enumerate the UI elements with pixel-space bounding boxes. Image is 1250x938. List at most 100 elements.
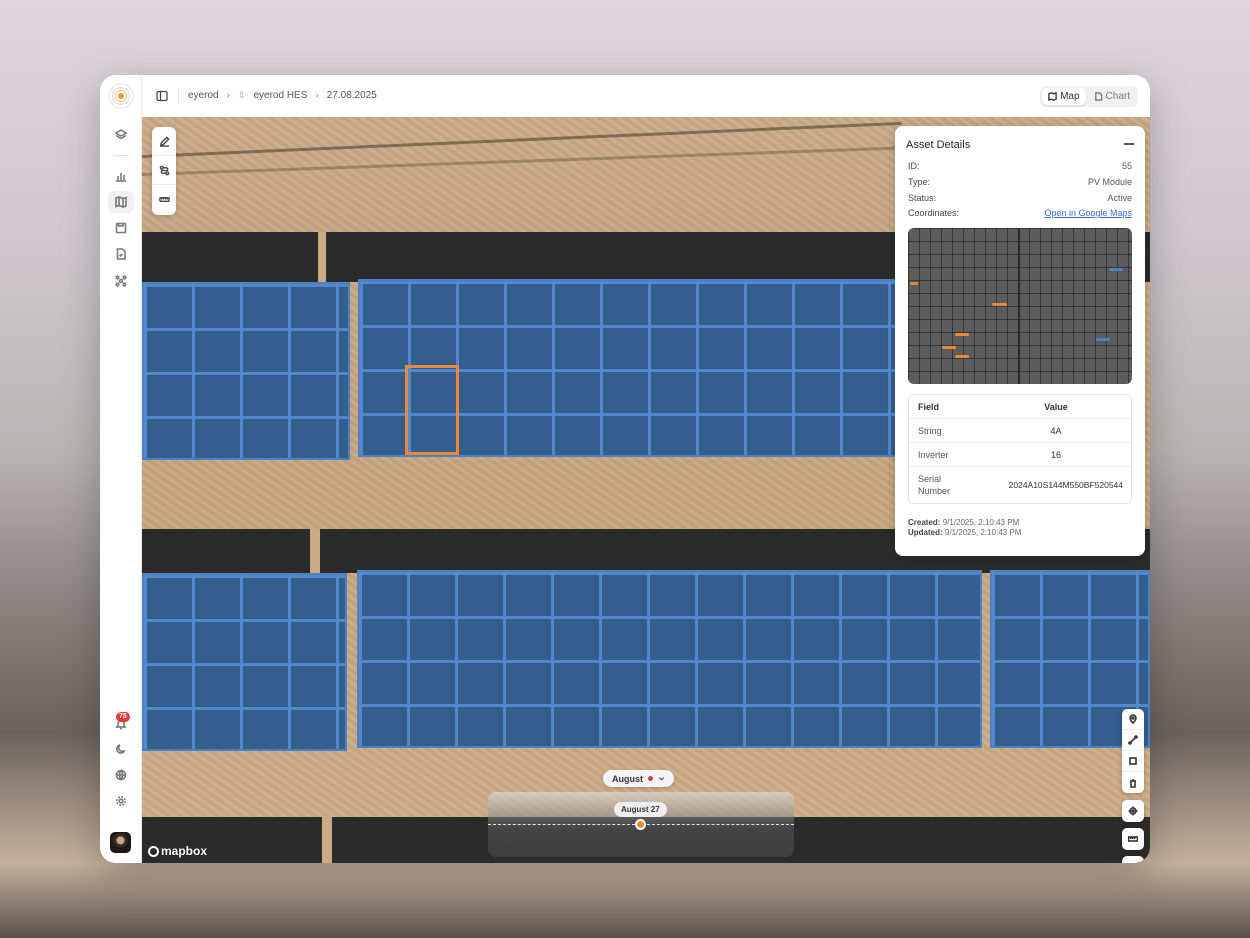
updated-value: 9/1/2025, 2:10:43 PM [944,528,1022,537]
asset-status-key: Status: [908,193,937,203]
asset-field-table: Field Value String 4A Inverter 16 Serial… [908,394,1132,504]
sidebar-toggle-icon[interactable] [156,90,168,102]
sand-gap [310,529,320,573]
asset-type-row: Type: PV Module [908,177,1132,187]
updown-chevron-icon[interactable]: ⇳ [238,90,246,101]
drone-icon[interactable] [108,270,134,292]
locate-icon[interactable] [1122,800,1144,822]
layers-icon[interactable] [108,124,134,146]
mapbox-icon [148,845,159,857]
google-maps-link[interactable]: Open in Google Maps [1044,208,1132,218]
mapbox-logo[interactable]: mapbox [148,844,207,858]
table-row: String 4A [909,419,1131,443]
defect-marker [955,355,969,358]
chevron-right-icon: › [226,90,230,101]
route-icon[interactable] [152,156,176,185]
notification-badge: 75 [116,712,130,722]
month-label: August [612,773,643,784]
map-canvas[interactable]: Asset Details ID: 55 Type: PV Module Sta… [142,117,1150,863]
line-tool-icon[interactable] [1122,730,1144,751]
globe-icon[interactable] [108,764,134,786]
chart-view-button[interactable]: Chart [1088,88,1136,105]
asset-details-title: Asset Details [906,139,971,151]
map-view-label: Map [1060,91,1080,102]
pv-array[interactable] [142,573,347,751]
asset-id-value: 55 [1121,161,1132,171]
app-window: 75 eyerod › ⇳ eyerod HES › 27.08.2025 Ma… [100,75,1150,863]
value-header: Value [1044,401,1068,412]
map-icon [1048,92,1057,101]
sand-gap [322,817,332,863]
breadcrumb: eyerod › ⇳ eyerod HES › 27.08.2025 [188,90,377,101]
sand-gap [318,232,326,282]
user-avatar[interactable] [110,832,131,853]
breadcrumb-site[interactable]: eyerod HES [253,90,307,101]
defect-marker [942,346,956,349]
map-icon[interactable] [108,191,134,213]
table-header-row: Field Value [909,395,1131,419]
asset-details-panel: Asset Details ID: 55 Type: PV Module Sta… [895,126,1145,556]
asset-id-key: ID: [908,161,920,171]
app-logo[interactable] [108,83,134,109]
zoom-in-icon[interactable]: + [1122,856,1144,864]
selected-date-tooltip: August 27 [614,802,667,817]
moon-icon[interactable] [108,738,134,760]
draw-toolbar [152,127,176,215]
defect-marker [955,333,969,336]
table-cell-field: String [918,425,942,436]
report-icon[interactable] [108,243,134,265]
locate-button[interactable] [1122,800,1144,822]
date-timeline[interactable]: August 27 [488,792,794,857]
recording-dot-icon [648,776,653,781]
table-row: Serial Number 2024A10S144M550BF520544 [909,467,1131,503]
polygon-tool-icon[interactable] [1122,751,1144,772]
table-cell-value: 16 [1050,449,1061,460]
timeline-handle[interactable] [635,819,646,830]
asset-status-value: Active [1107,193,1132,203]
asset-coordinates-key: Coordinates: [908,208,960,218]
created-label: Created: [908,518,941,527]
view-toggle: Map Chart [1040,86,1138,107]
map-view-button[interactable]: Map [1042,88,1086,105]
pv-array[interactable] [142,282,350,460]
sidebar-divider [113,155,129,156]
asset-coordinates-row: Coordinates: Open in Google Maps [908,208,1132,218]
chevron-right-icon: › [315,90,319,101]
image-divider [1018,228,1020,384]
asset-type-value: PV Module [1087,177,1132,187]
table-row: Inverter 16 [909,443,1131,467]
chevron-down-icon [658,777,665,781]
table-cell-field: Inverter [918,449,949,460]
defect-marker [910,282,918,285]
edit-icon[interactable] [152,127,176,156]
trash-icon[interactable] [1122,772,1144,793]
topbar-divider [178,88,179,104]
table-cell-value: 4A [1050,425,1062,436]
document-icon [1094,92,1102,101]
created-value: 9/1/2025, 2:10:43 PM [942,518,1020,527]
table-cell-value: 2024A10S144M550BF520544 [1008,480,1123,490]
updated-label: Updated: [908,528,943,537]
ruler-button[interactable] [1122,828,1144,850]
breadcrumb-org[interactable]: eyerod [188,90,219,101]
measure-icon[interactable] [152,185,176,214]
sidebar: 75 [100,75,142,863]
draw-tools-stack [1122,709,1144,793]
top-bar: eyerod › ⇳ eyerod HES › 27.08.2025 Map C… [142,75,1150,117]
pv-array[interactable] [357,570,982,748]
asset-thermal-image[interactable] [908,228,1132,384]
zoom-controls: + − [1122,856,1144,863]
map-pin-icon[interactable] [1122,709,1144,730]
month-selector[interactable]: August [603,770,674,787]
breadcrumb-date[interactable]: 27.08.2025 [327,90,377,101]
ruler-icon[interactable] [1122,828,1144,850]
minimize-icon[interactable] [1124,143,1134,145]
defect-marker [1109,268,1123,271]
defect-marker [1096,338,1110,341]
save-icon[interactable] [108,217,134,239]
gear-icon[interactable] [108,790,134,812]
bar-chart-icon[interactable] [108,165,134,187]
asset-status-row: Status: Active [908,193,1132,203]
selected-pv-module[interactable] [405,365,459,455]
updated-meta: Updated: 9/1/2025, 2:10:43 PM [908,528,1021,537]
